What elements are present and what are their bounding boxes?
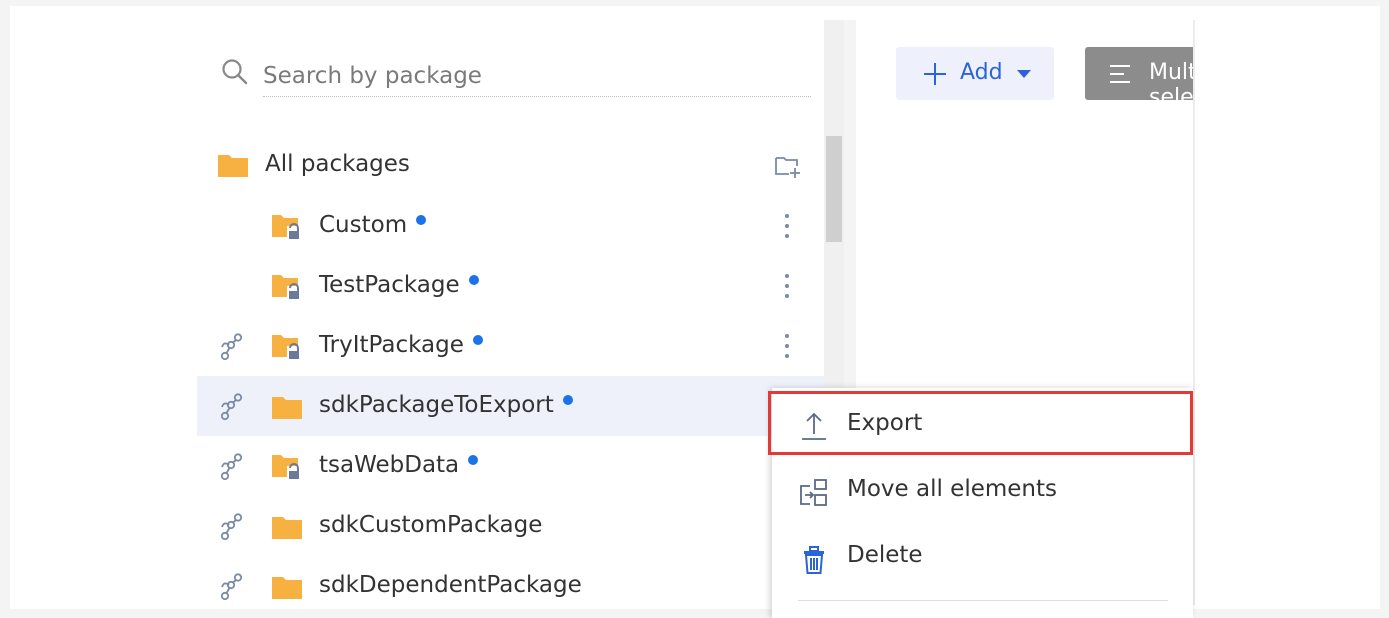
- tree-item-label: TestPackage: [319, 272, 460, 298]
- menu-item-label: Delete: [847, 542, 923, 568]
- locked-folder-icon: [272, 275, 301, 299]
- panel-edge: [1193, 20, 1195, 605]
- tree-root-label: All packages: [265, 151, 410, 177]
- menu-item-delete[interactable]: Delete: [772, 526, 1193, 590]
- menu-divider: [798, 600, 1168, 601]
- tree-item-testpackage[interactable]: TestPackage: [197, 256, 824, 316]
- move-elements-icon: [800, 479, 827, 506]
- add-button-label: Add: [960, 60, 1003, 85]
- search-input[interactable]: [263, 56, 811, 97]
- chevron-down-icon: [1017, 70, 1031, 78]
- changed-indicator: [468, 274, 479, 285]
- tree-item-label: sdkPackageToExport: [319, 392, 554, 418]
- git-branch-icon: [220, 573, 243, 601]
- more-options-icon[interactable]: [777, 271, 797, 301]
- add-button[interactable]: Add: [896, 47, 1054, 100]
- changed-indicator: [416, 214, 427, 225]
- tree-item-label: sdkDependentPackage: [319, 572, 582, 598]
- folder-icon: [218, 155, 248, 177]
- tree-item-sdkpackagetoexport[interactable]: sdkPackageToExport: [197, 376, 824, 436]
- tree-item-label: TryItPackage: [319, 332, 464, 358]
- folder-icon: [272, 517, 302, 539]
- locked-folder-icon: [272, 455, 301, 479]
- tree-item-sdkcustompackage[interactable]: sdkCustomPackage: [197, 496, 824, 556]
- folder-icon: [272, 577, 302, 599]
- scrollbar-thumb[interactable]: [826, 136, 842, 242]
- tree-item-tsawebdata[interactable]: tsaWebData: [197, 436, 824, 496]
- changed-indicator: [468, 454, 479, 465]
- tree-item-sdkdependentpackage[interactable]: sdkDependentPackage: [197, 556, 824, 605]
- search-icon: [222, 59, 248, 85]
- package-tree-panel: All packages Custom TestPackage: [197, 20, 824, 605]
- tree-item-tryitpackage[interactable]: TryItPackage: [197, 316, 824, 376]
- multiple-selection-button[interactable]: Multiple selection: [1085, 47, 1193, 110]
- menu-item-move-all-elements[interactable]: Move all elements: [772, 460, 1193, 524]
- list-icon: [1110, 65, 1130, 83]
- locked-folder-icon: [272, 335, 301, 359]
- git-branch-icon: [220, 513, 243, 541]
- git-branch-icon: [220, 333, 243, 361]
- menu-item-label: Export: [847, 410, 923, 436]
- tree-item-custom[interactable]: Custom: [197, 196, 824, 256]
- git-branch-icon: [220, 453, 243, 481]
- locked-folder-icon: [272, 215, 301, 239]
- git-branch-icon: [220, 393, 243, 421]
- menu-item-export[interactable]: Export: [772, 394, 1193, 458]
- add-folder-icon[interactable]: [773, 153, 803, 179]
- multiple-selection-label: Multiple selection: [1149, 60, 1193, 110]
- changed-indicator: [472, 334, 483, 345]
- changed-indicator: [562, 394, 573, 405]
- plus-icon: [924, 63, 946, 85]
- package-search: [217, 56, 813, 100]
- folder-icon: [272, 397, 302, 419]
- tree-item-label: Custom: [319, 212, 408, 238]
- tree-item-label: tsaWebData: [319, 452, 460, 478]
- trash-icon: [804, 546, 824, 574]
- export-icon: [802, 412, 826, 440]
- more-options-icon[interactable]: [777, 211, 797, 241]
- package-context-menu: Export Move all elements Delete: [772, 388, 1193, 618]
- menu-item-label: Move all elements: [847, 476, 1057, 502]
- tree-root-all-packages[interactable]: All packages: [197, 135, 824, 195]
- more-options-icon[interactable]: [777, 331, 797, 361]
- tree-item-label: sdkCustomPackage: [319, 512, 543, 538]
